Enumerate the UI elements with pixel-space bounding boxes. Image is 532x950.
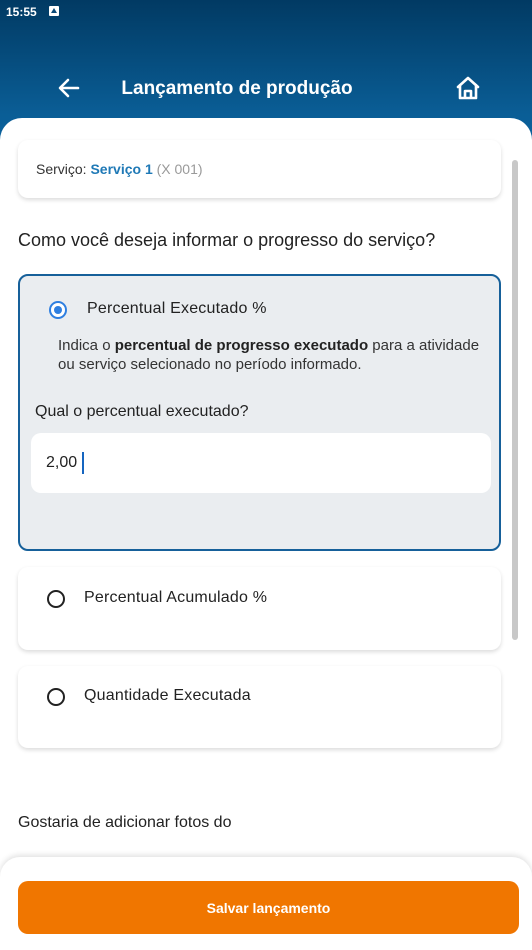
photos-question: Gostaria de adicionar fotos do <box>18 814 232 831</box>
radio-unselected-icon[interactable] <box>47 590 65 608</box>
home-icon <box>456 76 480 100</box>
percent-input[interactable]: 2,00 <box>31 433 491 493</box>
option-quantidade-executada[interactable]: Quantidade Executada <box>18 666 501 748</box>
service-code: (X 001) <box>156 161 203 177</box>
status-bar: 15:55 <box>0 0 532 24</box>
percent-value[interactable]: 2,00 <box>46 454 77 472</box>
option-label: Percentual Acumulado % <box>84 589 268 606</box>
option-description: Indica o percentual de progresso executa… <box>58 336 488 374</box>
page-title: Lançamento de produção <box>121 78 353 99</box>
option-percentual-executado[interactable]: Percentual Executado % Indica o percentu… <box>18 274 501 551</box>
status-time: 15:55 <box>6 5 37 19</box>
option-label: Quantidade Executada <box>84 687 251 704</box>
home-button[interactable] <box>452 72 484 104</box>
percent-question: Qual o percentual executado? <box>35 403 249 420</box>
service-info: Serviço: Serviço 1 (X 001) <box>36 161 203 177</box>
radio-selected-icon[interactable] <box>49 301 67 319</box>
option-percentual-acumulado[interactable]: Percentual Acumulado % <box>18 567 501 650</box>
service-label: Serviço: <box>36 161 87 177</box>
service-name: Serviço 1 <box>90 161 153 177</box>
android-notification-icon <box>49 6 59 16</box>
scrollbar[interactable] <box>512 160 518 640</box>
progress-question: Como você deseja informar o progresso do… <box>18 230 436 250</box>
text-caret <box>82 452 84 474</box>
description-bold: percentual de progresso executado <box>114 337 369 354</box>
radio-unselected-icon[interactable] <box>47 688 65 706</box>
service-card: Serviço: Serviço 1 (X 001) <box>18 140 501 198</box>
save-button[interactable]: Salvar lançamento <box>18 881 519 934</box>
description-text: Indica o <box>58 337 115 354</box>
option-label: Percentual Executado % <box>87 300 267 317</box>
